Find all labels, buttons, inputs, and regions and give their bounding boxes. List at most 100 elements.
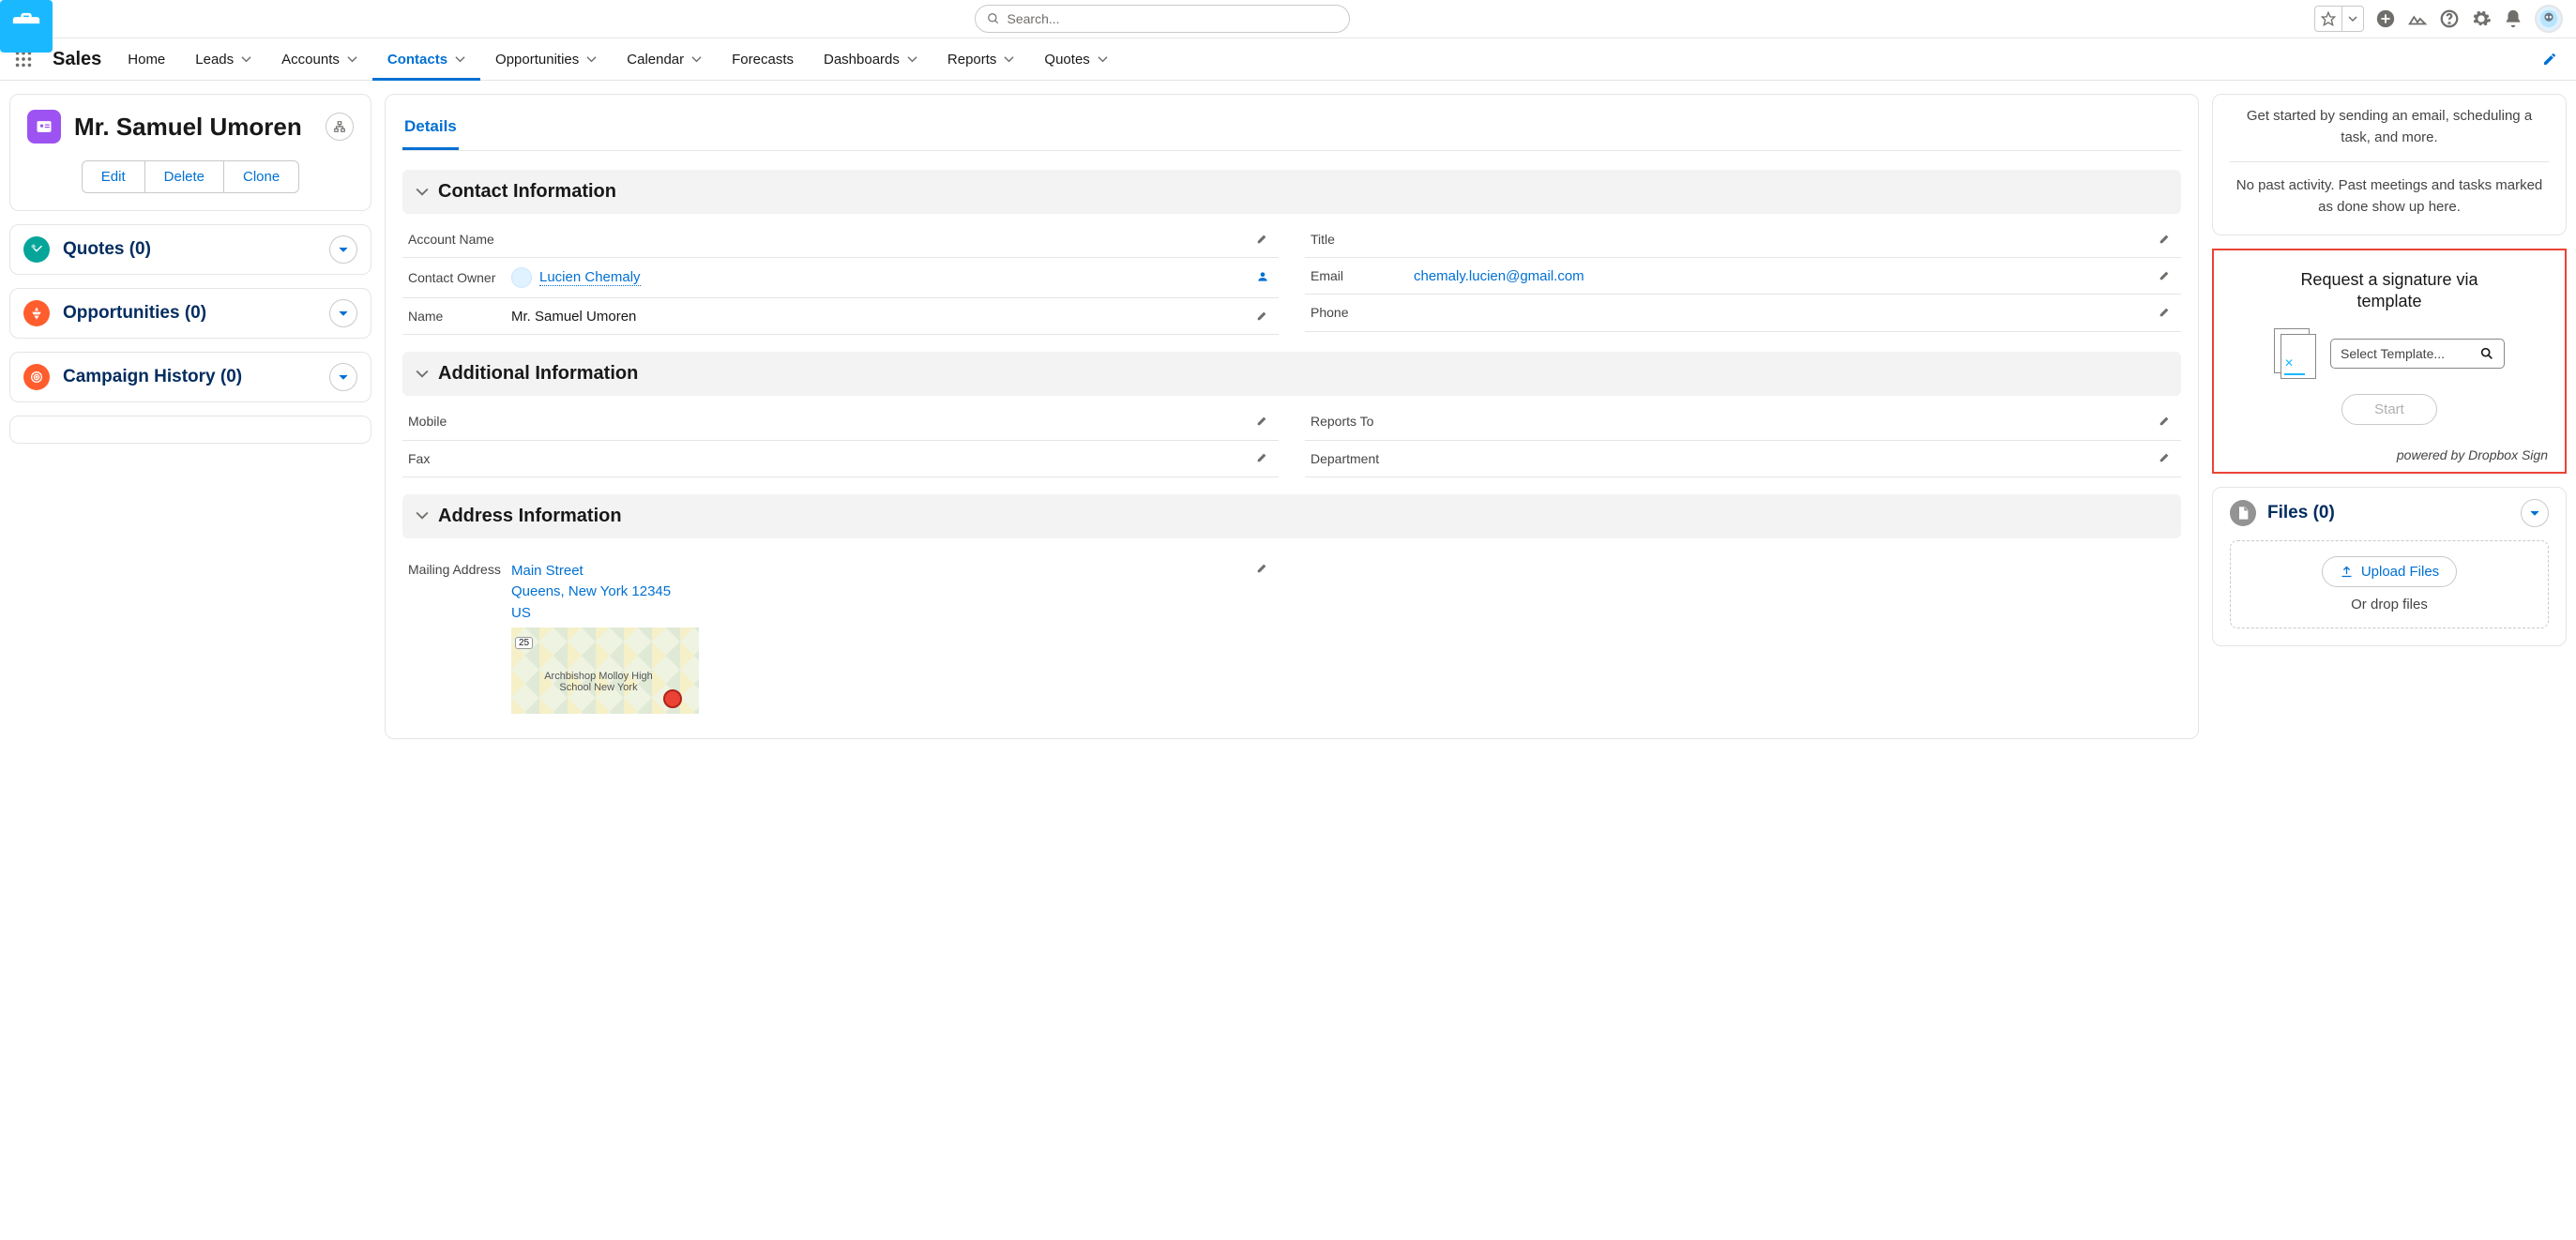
chevron-down-icon (2348, 14, 2357, 23)
edit-button[interactable]: Edit (83, 161, 144, 192)
file-icon (2235, 506, 2250, 521)
owner-avatar (511, 267, 532, 288)
template-select[interactable]: Select Template... (2330, 339, 2505, 369)
chevron-down-icon (241, 54, 251, 65)
related-title: Opportunities (0) (63, 303, 206, 324)
nav-item-opportunities[interactable]: Opportunities (480, 38, 612, 80)
nav-label: Home (128, 52, 165, 68)
related-menu[interactable] (329, 299, 357, 327)
briefcase-icon (10, 10, 42, 42)
section-title-text: Address Information (438, 506, 622, 527)
edit-title[interactable] (2155, 232, 2175, 248)
email-link[interactable]: chemaly.lucien@gmail.com (1414, 268, 1584, 284)
related-menu[interactable] (329, 363, 357, 391)
files-object-icon (2230, 500, 2256, 526)
favorites-button[interactable] (2314, 6, 2364, 32)
map-preview[interactable]: 25 Archbishop Molloy High School New Yor… (511, 628, 699, 714)
map-poi-label: Archbishop Molloy High School New York (528, 671, 669, 693)
view-hierarchy-button[interactable] (326, 113, 354, 141)
addr-line1[interactable]: Main Street (511, 561, 1252, 582)
upload-files-button[interactable]: Upload Files (2322, 556, 2457, 587)
start-button[interactable]: Start (2341, 394, 2437, 425)
nav-item-calendar[interactable]: Calendar (612, 38, 717, 80)
chevron-down-icon (339, 245, 348, 254)
edit-name[interactable] (1252, 309, 1273, 325)
nav-item-forecasts[interactable]: Forecasts (717, 38, 809, 80)
edit-fax[interactable] (1252, 450, 1273, 466)
field-mailing-address: Mailing Address Main Street Queens, New … (402, 552, 1279, 724)
nav-item-leads[interactable]: Leads (180, 38, 266, 80)
nav-item-quotes[interactable]: Quotes (1029, 38, 1122, 80)
files-card: Files (0) Upload Files Or drop files (2212, 487, 2567, 646)
tab-details[interactable]: Details (402, 110, 459, 150)
nav-item-dashboards[interactable]: Dashboards (809, 38, 932, 80)
edit-nav-icon[interactable] (2529, 38, 2570, 80)
section-title-text: Additional Information (438, 363, 638, 385)
activity-card: Get started by sending an email, schedul… (2212, 94, 2567, 235)
sign-title: Request a signature via template (2286, 269, 2493, 313)
astro-avatar-icon (2538, 8, 2559, 29)
related-badge-icon (23, 364, 50, 390)
nav-item-accounts[interactable]: Accounts (266, 38, 372, 80)
empty-related-card (9, 416, 371, 444)
section-additional-info[interactable]: Additional Information (402, 352, 2181, 396)
nav-label: Accounts (281, 52, 340, 68)
nav-item-contacts[interactable]: Contacts (372, 38, 480, 80)
related-campaign[interactable]: Campaign History (0) (9, 352, 371, 402)
edit-mobile[interactable] (1252, 414, 1273, 430)
chevron-down-icon (455, 54, 465, 65)
change-owner-button[interactable] (1252, 270, 1273, 286)
trailhead-icon[interactable] (2407, 8, 2428, 29)
addr-line3[interactable]: US (511, 603, 1252, 625)
nav-item-reports[interactable]: Reports (932, 38, 1030, 80)
clone-button[interactable]: Clone (223, 161, 298, 192)
field-account-name: Account Name (402, 221, 1279, 258)
activity-hint-2: No past activity. Past meetings and task… (2230, 175, 2549, 218)
files-title: Files (0) (2267, 503, 2335, 523)
files-menu[interactable] (2521, 499, 2549, 527)
edit-account-name[interactable] (1252, 232, 1273, 248)
contact-highlights-card: Mr. Samuel Umoren Edit Delete Clone (9, 94, 371, 211)
app-logo (0, 0, 53, 53)
search-icon (987, 12, 1000, 25)
pencil-icon (1256, 414, 1269, 427)
setup-gear-icon[interactable] (2471, 8, 2492, 29)
edit-phone[interactable] (2155, 305, 2175, 321)
related-opportunities[interactable]: Opportunities (0) (9, 288, 371, 339)
chevron-down-icon (339, 372, 348, 382)
id-card-icon (35, 117, 53, 136)
related-badge-icon (23, 300, 50, 326)
field-email: Email chemaly.lucien@gmail.com (1305, 258, 2181, 295)
edit-department[interactable] (2155, 450, 2175, 466)
edit-mailing-address[interactable] (1252, 561, 1273, 715)
hierarchy-icon (333, 120, 346, 133)
user-avatar[interactable] (2535, 5, 2563, 33)
addr-line2[interactable]: Queens, New York 12345 (511, 582, 1252, 603)
owner-link[interactable]: Lucien Chemaly (539, 269, 641, 286)
add-icon[interactable] (2375, 8, 2396, 29)
related-quotes[interactable]: Quotes (0) (9, 224, 371, 275)
related-badge-icon (23, 236, 50, 263)
field-title: Title (1305, 221, 2181, 258)
related-menu[interactable] (329, 235, 357, 264)
dropbox-sign-card: Request a signature via template ✕ Selec… (2212, 249, 2567, 474)
template-placeholder: Select Template... (2341, 346, 2445, 361)
delete-button[interactable]: Delete (144, 161, 223, 192)
section-address-info[interactable]: Address Information (402, 494, 2181, 538)
section-contact-info[interactable]: Contact Information (402, 170, 2181, 214)
global-search[interactable]: Search... (975, 5, 1350, 33)
files-drop-zone[interactable]: Upload Files Or drop files (2230, 540, 2549, 628)
chevron-down-icon (1098, 54, 1108, 65)
drop-hint: Or drop files (2246, 597, 2533, 612)
nav-item-home[interactable]: Home (113, 38, 180, 80)
edit-email[interactable] (2155, 268, 2175, 284)
pencil-icon (1256, 450, 1269, 463)
notifications-bell-icon[interactable] (2503, 8, 2523, 29)
upload-label: Upload Files (2361, 564, 2439, 580)
edit-reports-to[interactable] (2155, 414, 2175, 430)
help-icon[interactable] (2439, 8, 2460, 29)
chevron-down-icon (2530, 508, 2539, 518)
sign-footer: powered by Dropbox Sign (2231, 447, 2548, 462)
pencil-icon (1256, 309, 1269, 322)
chevron-down-icon (586, 54, 597, 65)
